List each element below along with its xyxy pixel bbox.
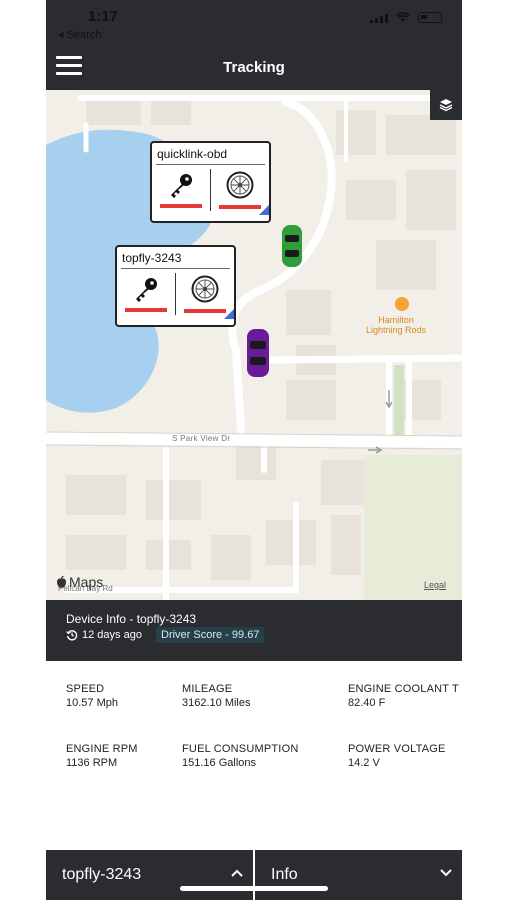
poi-label[interactable]: Hamilton Lightning Rods xyxy=(366,315,426,335)
bottom-bar: topfly-3243 Info xyxy=(46,850,462,900)
wifi-icon xyxy=(396,12,410,22)
callout-corner-marker xyxy=(224,309,234,319)
key-icon xyxy=(170,174,192,198)
device-info-bar: Device Info - topfly-3243 12 days ago Dr… xyxy=(46,600,462,661)
page-title: Tracking xyxy=(223,59,285,76)
view-selector-value: Info xyxy=(271,866,298,883)
ignition-status-bar xyxy=(124,308,167,312)
nav-bar: Tracking xyxy=(46,44,462,90)
stat-label: ENGINE COOLANT T xyxy=(348,683,459,695)
ignition-status-bar xyxy=(159,204,202,208)
status-bar: 1:17 ◂ Search xyxy=(46,0,462,44)
maps-attribution: Maps xyxy=(56,574,103,590)
car-green-marker[interactable] xyxy=(282,225,302,267)
stat-value: 151.16 Gallons xyxy=(182,757,256,769)
last-seen-text: 12 days ago xyxy=(82,629,142,641)
ignition-cell xyxy=(152,165,210,215)
stat-engine-rpm: ENGINE RPM 1136 RPM xyxy=(66,742,138,770)
stat-mileage: MILEAGE 3162.10 Miles xyxy=(182,682,251,710)
ignition-cell xyxy=(117,269,175,319)
key-icon xyxy=(135,278,157,302)
car-purple-marker[interactable] xyxy=(247,329,269,377)
stat-value: 3162.10 Miles xyxy=(182,697,251,709)
maps-label: Maps xyxy=(69,574,104,590)
stat-value: 10.57 Mph xyxy=(66,697,118,709)
driver-score-badge: Driver Score - 99.67 xyxy=(156,627,265,643)
map-view[interactable]: S Park View Dr Hamilton Lightning Rods P… xyxy=(46,90,462,600)
device-info-title: Device Info - topfly-3243 xyxy=(66,612,197,626)
stat-label: MILEAGE xyxy=(182,683,233,695)
back-to-search-link[interactable]: ◂ Search xyxy=(58,28,101,41)
stat-fuel-consumption: FUEL CONSUMPTION 151.16 Gallons xyxy=(182,742,298,770)
stat-speed: SPEED 10.57 Mph xyxy=(66,682,118,710)
apple-logo-icon xyxy=(57,575,66,588)
last-seen: 12 days ago xyxy=(66,629,142,641)
battery-icon xyxy=(418,12,442,23)
stat-value: 1136 RPM xyxy=(66,757,118,769)
device-callout-quicklink[interactable]: quicklink-obd xyxy=(150,141,271,223)
wheel-icon xyxy=(191,275,219,303)
signal-icon xyxy=(370,13,388,23)
status-icons xyxy=(370,12,442,23)
stat-engine-coolant: ENGINE COOLANT T 82.40 F xyxy=(348,682,462,710)
chevron-up-icon xyxy=(231,869,243,877)
stat-power-voltage: POWER VOLTAGE 14.2 V xyxy=(348,742,446,770)
phone-screen: 1:17 ◂ Search Tracking S Park View Dr Ha… xyxy=(46,0,462,900)
stat-value: 82.40 F xyxy=(348,697,386,709)
home-indicator[interactable] xyxy=(180,886,328,891)
callout-device-name: topfly-3243 xyxy=(121,247,230,269)
wheel-icon xyxy=(226,171,254,199)
movement-status-bar xyxy=(219,205,262,209)
chevron-down-icon xyxy=(440,869,452,877)
stat-label: FUEL CONSUMPTION xyxy=(182,743,299,755)
stat-label: SPEED xyxy=(66,683,105,695)
device-callout-topfly[interactable]: topfly-3243 xyxy=(115,245,236,327)
history-icon xyxy=(66,630,78,641)
legal-link[interactable]: Legal xyxy=(424,580,446,590)
layers-icon xyxy=(439,99,453,112)
poi-pin-icon[interactable] xyxy=(395,297,409,311)
view-selector[interactable]: Info xyxy=(255,850,462,900)
stat-label: ENGINE RPM xyxy=(66,743,138,755)
callout-body xyxy=(117,269,234,319)
callout-body xyxy=(152,165,269,215)
stat-label: POWER VOLTAGE xyxy=(348,743,446,755)
map-layers-button[interactable] xyxy=(430,90,462,120)
device-selector[interactable]: topfly-3243 xyxy=(46,850,253,900)
callout-device-name: quicklink-obd xyxy=(156,143,265,165)
street-label: S Park View Dr xyxy=(172,434,231,443)
callout-corner-marker xyxy=(259,205,269,215)
device-selector-value: topfly-3243 xyxy=(62,866,142,883)
status-time: 1:17 xyxy=(88,8,119,25)
movement-status-bar xyxy=(184,309,227,313)
stat-value: 14.2 V xyxy=(348,757,380,769)
